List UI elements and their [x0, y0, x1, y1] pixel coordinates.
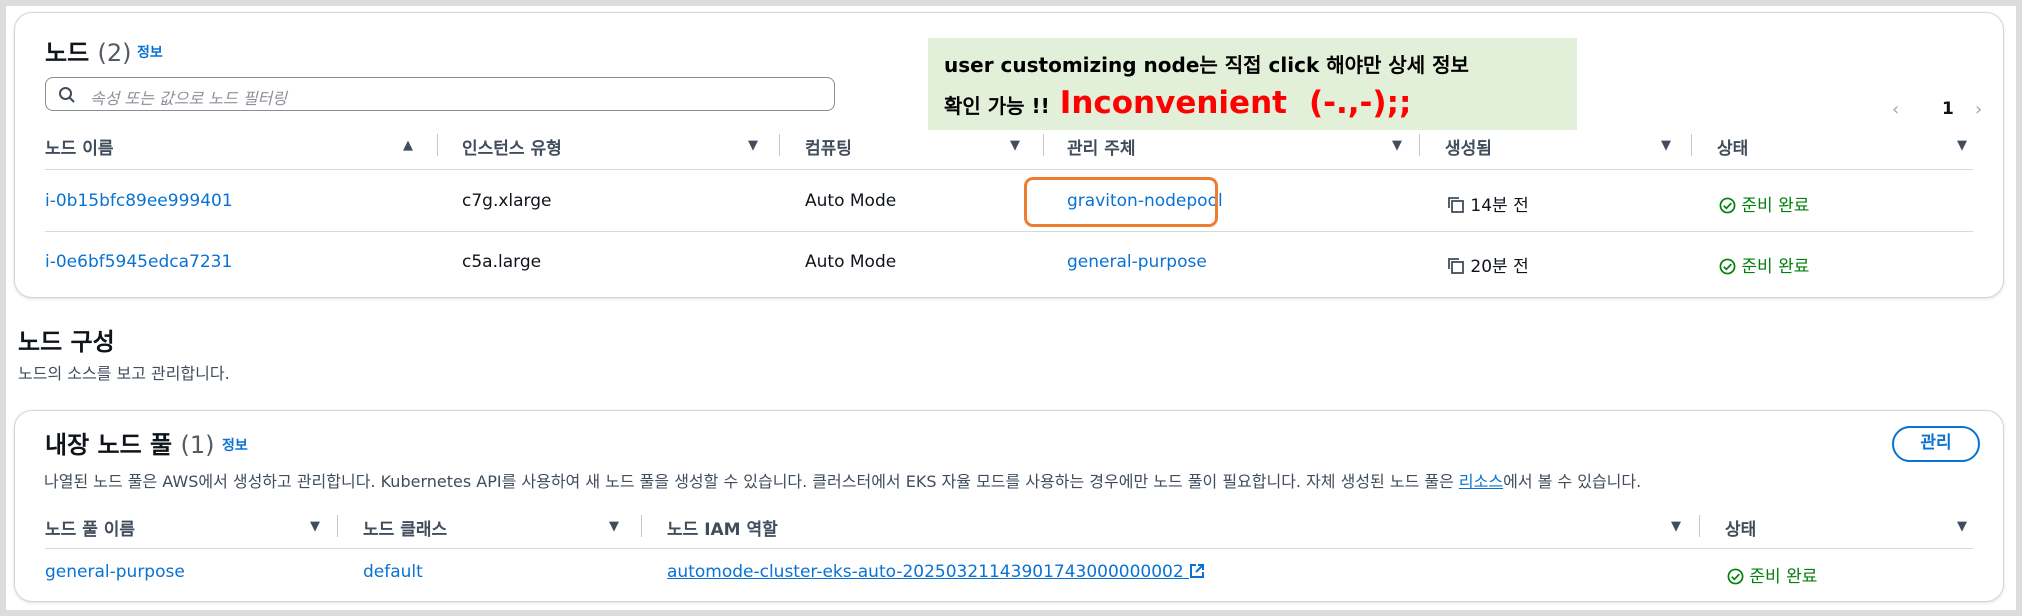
node-config-description: 노드의 소스를 보고 관리합니다. — [18, 364, 230, 383]
nodes-info-link[interactable]: 정보 — [137, 42, 163, 62]
manage-button[interactable]: 관리 — [1892, 426, 1980, 462]
node-name-link[interactable]: i-0e6bf5945edca7231 — [45, 252, 232, 272]
search-icon — [59, 87, 75, 103]
status-ready: 준비 완료 — [1727, 562, 1817, 587]
pager-prev-button[interactable]: ‹ — [1892, 99, 1899, 120]
annotation-line2: 확인 가능 !! Inconvenient (-.,-);; — [944, 85, 1412, 121]
col-created[interactable]: 생성됨 — [1445, 134, 1492, 159]
sort-icon[interactable]: ▼ — [310, 519, 320, 534]
column-divider — [1419, 134, 1420, 156]
column-divider — [1043, 134, 1044, 156]
sort-icon[interactable]: ▼ — [1392, 138, 1402, 153]
sort-asc-icon[interactable]: ▲ — [403, 138, 413, 153]
col-managed-by[interactable]: 관리 주체 — [1067, 134, 1135, 159]
status-ready: 준비 완료 — [1719, 191, 1809, 216]
annotation-text: user customizing node는 직접 click 해야만 상세 정… — [944, 46, 1469, 125]
sort-icon[interactable]: ▼ — [748, 138, 758, 153]
sort-icon[interactable]: ▼ — [1957, 519, 1967, 534]
column-divider — [641, 515, 642, 537]
col-iam-role[interactable]: 노드 IAM 역할 — [667, 515, 778, 540]
header-divider — [45, 169, 1973, 170]
node-filter-input[interactable]: 속성 또는 값으로 노드 필터링 — [45, 77, 835, 111]
resources-link[interactable]: 리소스 — [1459, 472, 1503, 491]
check-circle-icon — [1719, 197, 1736, 214]
sort-icon[interactable]: ▼ — [1661, 138, 1671, 153]
column-divider — [337, 515, 338, 537]
col-compute[interactable]: 컴퓨팅 — [805, 134, 852, 159]
col-node-class[interactable]: 노드 클래스 — [363, 515, 447, 540]
pager-current-page[interactable]: 1 — [1942, 99, 1954, 119]
pools-info-link[interactable]: 정보 — [222, 435, 248, 455]
instance-type: c7g.xlarge — [462, 191, 552, 211]
iam-role-link[interactable]: automode-cluster-eks-auto-20250321143901… — [667, 562, 1205, 582]
created-time: 14분 전 — [1447, 191, 1529, 216]
check-circle-icon — [1719, 258, 1736, 275]
external-link-icon — [1190, 564, 1205, 578]
annotation-note: user customizing node는 직접 click 해야만 상세 정… — [928, 38, 1577, 130]
search-placeholder: 속성 또는 값으로 노드 필터링 — [90, 89, 287, 108]
col-status[interactable]: 상태 — [1717, 134, 1748, 159]
check-circle-icon — [1727, 568, 1744, 585]
builtin-pools-panel: 내장 노드 풀 (1) 정보 노드 풀 이름 ▼ 노드 클래스 ▼ 노드 IAM… — [14, 410, 2004, 602]
sort-icon[interactable]: ▼ — [1957, 138, 1967, 153]
copy-icon — [1448, 258, 1464, 274]
annotation-line1: user customizing node는 직접 click 해야만 상세 정… — [944, 53, 1469, 77]
highlight-box — [1024, 177, 1218, 227]
col-instance-type[interactable]: 인스턴스 유형 — [462, 134, 562, 159]
managed-by-link[interactable]: general-purpose — [1067, 252, 1207, 272]
col-pool-status[interactable]: 상태 — [1725, 515, 1756, 540]
node-config-title: 노드 구성 — [18, 328, 115, 356]
column-divider — [1691, 134, 1692, 156]
compute-mode: Auto Mode — [805, 252, 897, 272]
column-divider — [779, 134, 780, 156]
pager-next-button[interactable]: › — [1975, 99, 1982, 120]
sort-icon[interactable]: ▼ — [1010, 138, 1020, 153]
node-name-link[interactable]: i-0b15bfc89ee999401 — [45, 191, 233, 211]
builtin-pools-description: 나열된 노드 풀은 AWS에서 생성하고 관리합니다. Kubernetes A… — [44, 472, 1642, 491]
compute-mode: Auto Mode — [805, 191, 897, 211]
sort-icon[interactable]: ▼ — [1671, 519, 1681, 534]
col-node-name[interactable]: 노드 이름 — [45, 134, 113, 159]
row-divider — [45, 231, 1973, 232]
builtin-pools-title: 내장 노드 풀 (1) — [45, 431, 215, 459]
col-pool-name[interactable]: 노드 풀 이름 — [45, 515, 135, 540]
column-divider — [1699, 515, 1700, 537]
copy-icon — [1448, 197, 1464, 213]
instance-type: c5a.large — [462, 252, 542, 272]
header-divider — [45, 548, 1973, 549]
nodes-title: 노드 (2) — [45, 39, 132, 67]
pool-name-link[interactable]: general-purpose — [45, 562, 185, 582]
node-class-link[interactable]: default — [363, 562, 423, 582]
column-divider — [437, 134, 438, 156]
sort-icon[interactable]: ▼ — [609, 519, 619, 534]
status-ready: 준비 완료 — [1719, 252, 1809, 277]
created-time: 20분 전 — [1447, 252, 1529, 277]
